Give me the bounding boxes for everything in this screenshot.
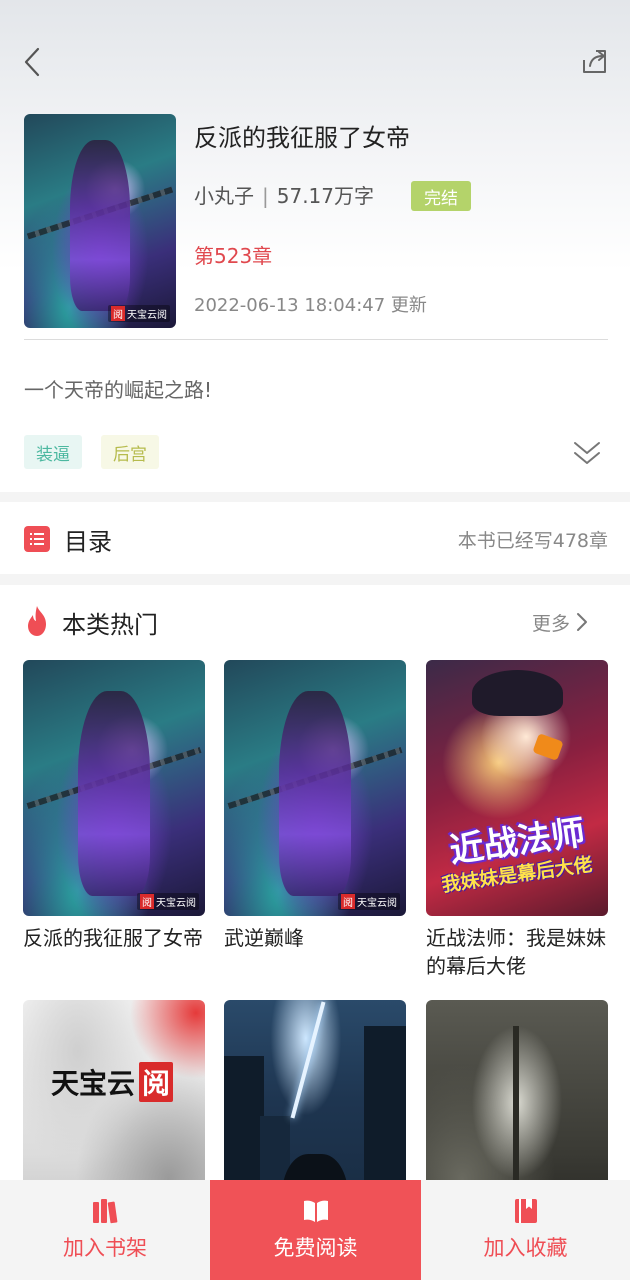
book-meta: 小丸子 | 57.17万字 (194, 184, 375, 208)
chevron-left-icon (24, 47, 40, 77)
book-card[interactable]: 阅天宝云阅 武逆巅峰 (224, 660, 406, 952)
bottom-action-bar: 加入书架 免费阅读 加入收藏 (0, 1180, 630, 1280)
book-cover: 阅天宝云阅 (224, 660, 406, 916)
more-link[interactable]: 更多 (532, 607, 588, 637)
back-button[interactable] (12, 40, 52, 84)
catalog-title: 目录 (64, 528, 112, 556)
tag-chip[interactable]: 装逼 (24, 435, 82, 469)
add-to-favorites-button[interactable]: 加入收藏 (421, 1180, 630, 1280)
book-title: 反派的我征服了女帝 (194, 124, 410, 152)
book-cover: 阅天宝云阅 (23, 660, 205, 916)
bookmark-book-icon (514, 1199, 537, 1223)
cover-logo: 天宝云阅 (51, 1062, 174, 1102)
bookshelf-icon (93, 1199, 118, 1224)
list-icon (24, 526, 50, 552)
cover-watermark: 阅天宝云阅 (338, 893, 400, 910)
cover-watermark: 阅天宝云阅 (108, 305, 170, 322)
open-book-icon (303, 1200, 328, 1222)
chapter-count: 本书已经写478章 (457, 530, 608, 552)
flame-icon (28, 606, 46, 636)
word-count: 57.17万字 (276, 184, 375, 208)
more-label: 更多 (532, 612, 571, 635)
book-summary: 一个天帝的崛起之路! (24, 378, 213, 402)
add-to-favorites-label: 加入收藏 (483, 1236, 568, 1260)
update-time: 2022-06-13 18:04:47 更新 (194, 295, 427, 316)
author-name: 小丸子 (194, 184, 254, 208)
book-card[interactable]: 阅天宝云阅 反派的我征服了女帝 (23, 660, 205, 952)
status-badge: 完结 (411, 181, 471, 211)
section-title: 本类热门 (62, 611, 158, 639)
share-icon (583, 50, 606, 73)
tag-chip[interactable]: 后宫 (101, 435, 159, 469)
book-cover: 近战法师 我妹妹是幕后大佬 (426, 660, 608, 916)
book-card[interactable]: 近战法师 我妹妹是幕后大佬 近战法师：我是妹妹的幕后大佬 (426, 660, 608, 980)
book-cover: 阅天宝云阅 (24, 114, 176, 328)
free-read-button[interactable]: 免费阅读 (210, 1180, 421, 1280)
cover-watermark: 阅天宝云阅 (137, 893, 199, 910)
latest-chapter[interactable]: 第523章 (194, 240, 272, 269)
share-button[interactable] (574, 40, 616, 84)
divider (24, 339, 608, 340)
catalog-row[interactable]: 目录 本书已经写478章 (0, 502, 630, 574)
book-card-title: 武逆巅峰 (224, 926, 304, 950)
free-read-label: 免费阅读 (273, 1236, 358, 1260)
chevron-right-icon (577, 613, 588, 631)
add-to-shelf-label: 加入书架 (63, 1236, 147, 1260)
expand-button[interactable] (566, 432, 608, 474)
book-card-title: 近战法师：我是妹妹的幕后大佬 (426, 926, 606, 978)
double-chevron-down-icon (574, 442, 600, 464)
book-card-title: 反派的我征服了女帝 (23, 926, 203, 950)
hot-books-section: 本类热门 更多 阅天宝云阅 反派的我征服了女帝 阅天宝云阅 武逆巅峰 近战法师 … (0, 585, 630, 1256)
add-to-shelf-button[interactable]: 加入书架 (0, 1180, 210, 1280)
